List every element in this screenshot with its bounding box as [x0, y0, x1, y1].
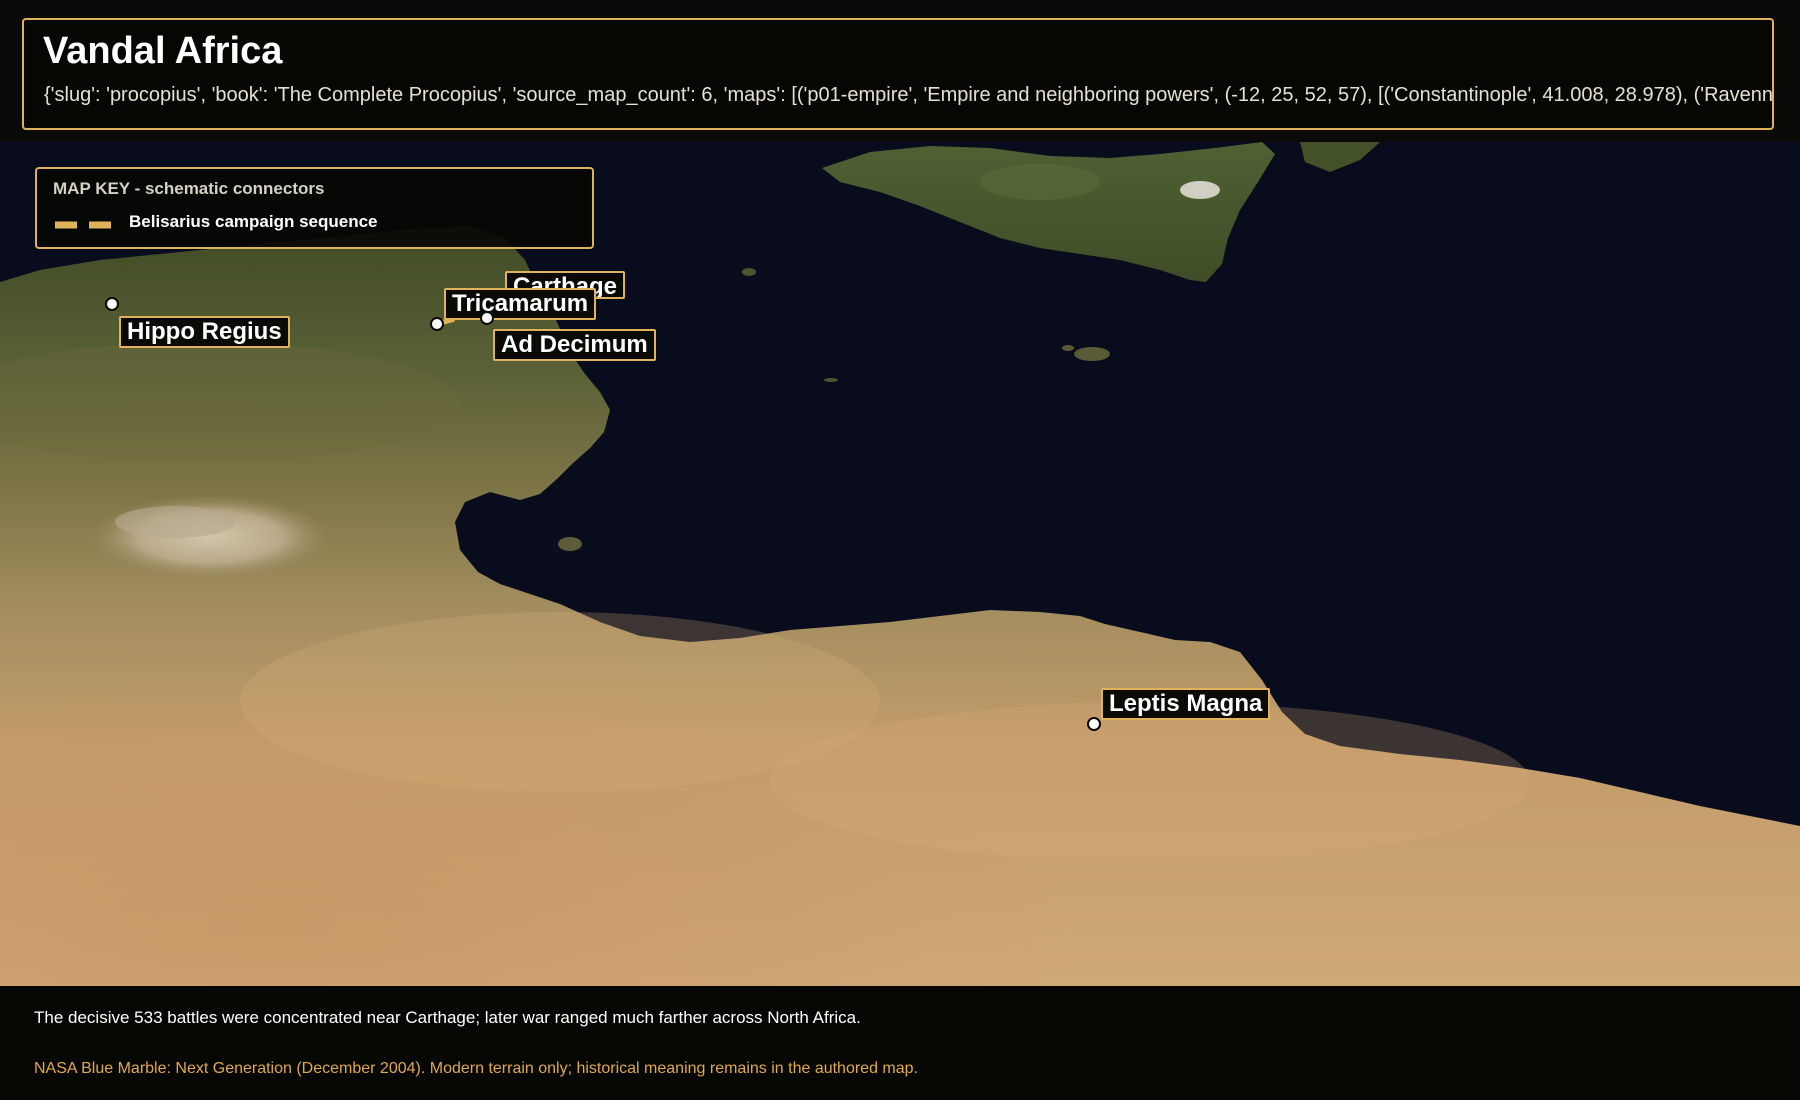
- header-panel: Vandal Africa {'slug': 'procopius', 'boo…: [22, 18, 1774, 130]
- hippo-regius-marker[interactable]: [105, 297, 119, 311]
- terrain-layer: [0, 142, 1800, 986]
- salt-flat: [90, 495, 330, 579]
- leptis-magna-marker[interactable]: [1087, 717, 1101, 731]
- place-label-leptis-magna[interactable]: Leptis Magna: [1101, 688, 1271, 720]
- dashed-line-swatch-icon: [55, 221, 113, 229]
- map-caption: The decisive 533 battles were concentrat…: [34, 1008, 861, 1027]
- tricamarum-marker[interactable]: [430, 317, 444, 331]
- map-key-panel: MAP KEY - schematic connectors Belisariu…: [35, 167, 594, 249]
- satellite-map[interactable]: [0, 142, 1800, 986]
- malta-island: [1074, 347, 1110, 361]
- place-label-hippo-regius[interactable]: Hippo Regius: [119, 316, 290, 348]
- map-figure: Vandal Africa {'slug': 'procopius', 'boo…: [0, 0, 1800, 1100]
- map-key-entry-label: Belisarius campaign sequence: [129, 212, 378, 231]
- place-label-tricamarum[interactable]: Tricamarum: [444, 288, 597, 320]
- ad-decimum-marker[interactable]: [480, 311, 494, 325]
- image-credit: NASA Blue Marble: Next Generation (Decem…: [34, 1060, 918, 1077]
- footer-band: [0, 986, 1800, 1100]
- map-metadata-text: {'slug': 'procopius', 'book': 'The Compl…: [44, 84, 1774, 106]
- place-label-ad-decimum[interactable]: Ad Decimum: [493, 329, 656, 361]
- page-title: Vandal Africa: [43, 30, 283, 72]
- map-key-title: MAP KEY - schematic connectors: [53, 179, 325, 198]
